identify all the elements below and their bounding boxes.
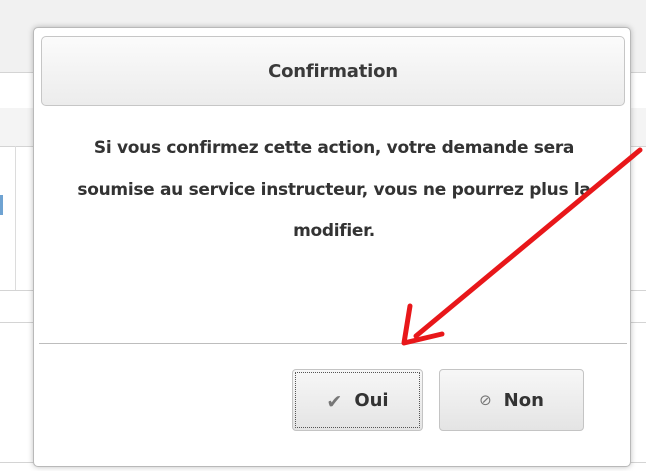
dialog-divider	[39, 343, 627, 344]
confirmation-dialog: Confirmation Si vous confirmez cette act…	[33, 27, 631, 467]
dialog-title: Confirmation	[268, 60, 398, 82]
background-column-line	[15, 146, 16, 290]
dialog-header: Confirmation	[41, 36, 625, 106]
dialog-message: Si vous confirmez cette action, votre de…	[77, 138, 591, 241]
cancel-button[interactable]: ⊘ Non	[439, 369, 584, 431]
cancel-icon: ⊘	[479, 391, 492, 409]
confirm-button-label: Oui	[354, 389, 389, 411]
background-link-fragment	[0, 195, 3, 215]
check-icon: ✔	[326, 391, 343, 413]
cancel-button-label: Non	[503, 389, 544, 411]
confirm-button[interactable]: ✔ Oui	[292, 369, 423, 431]
